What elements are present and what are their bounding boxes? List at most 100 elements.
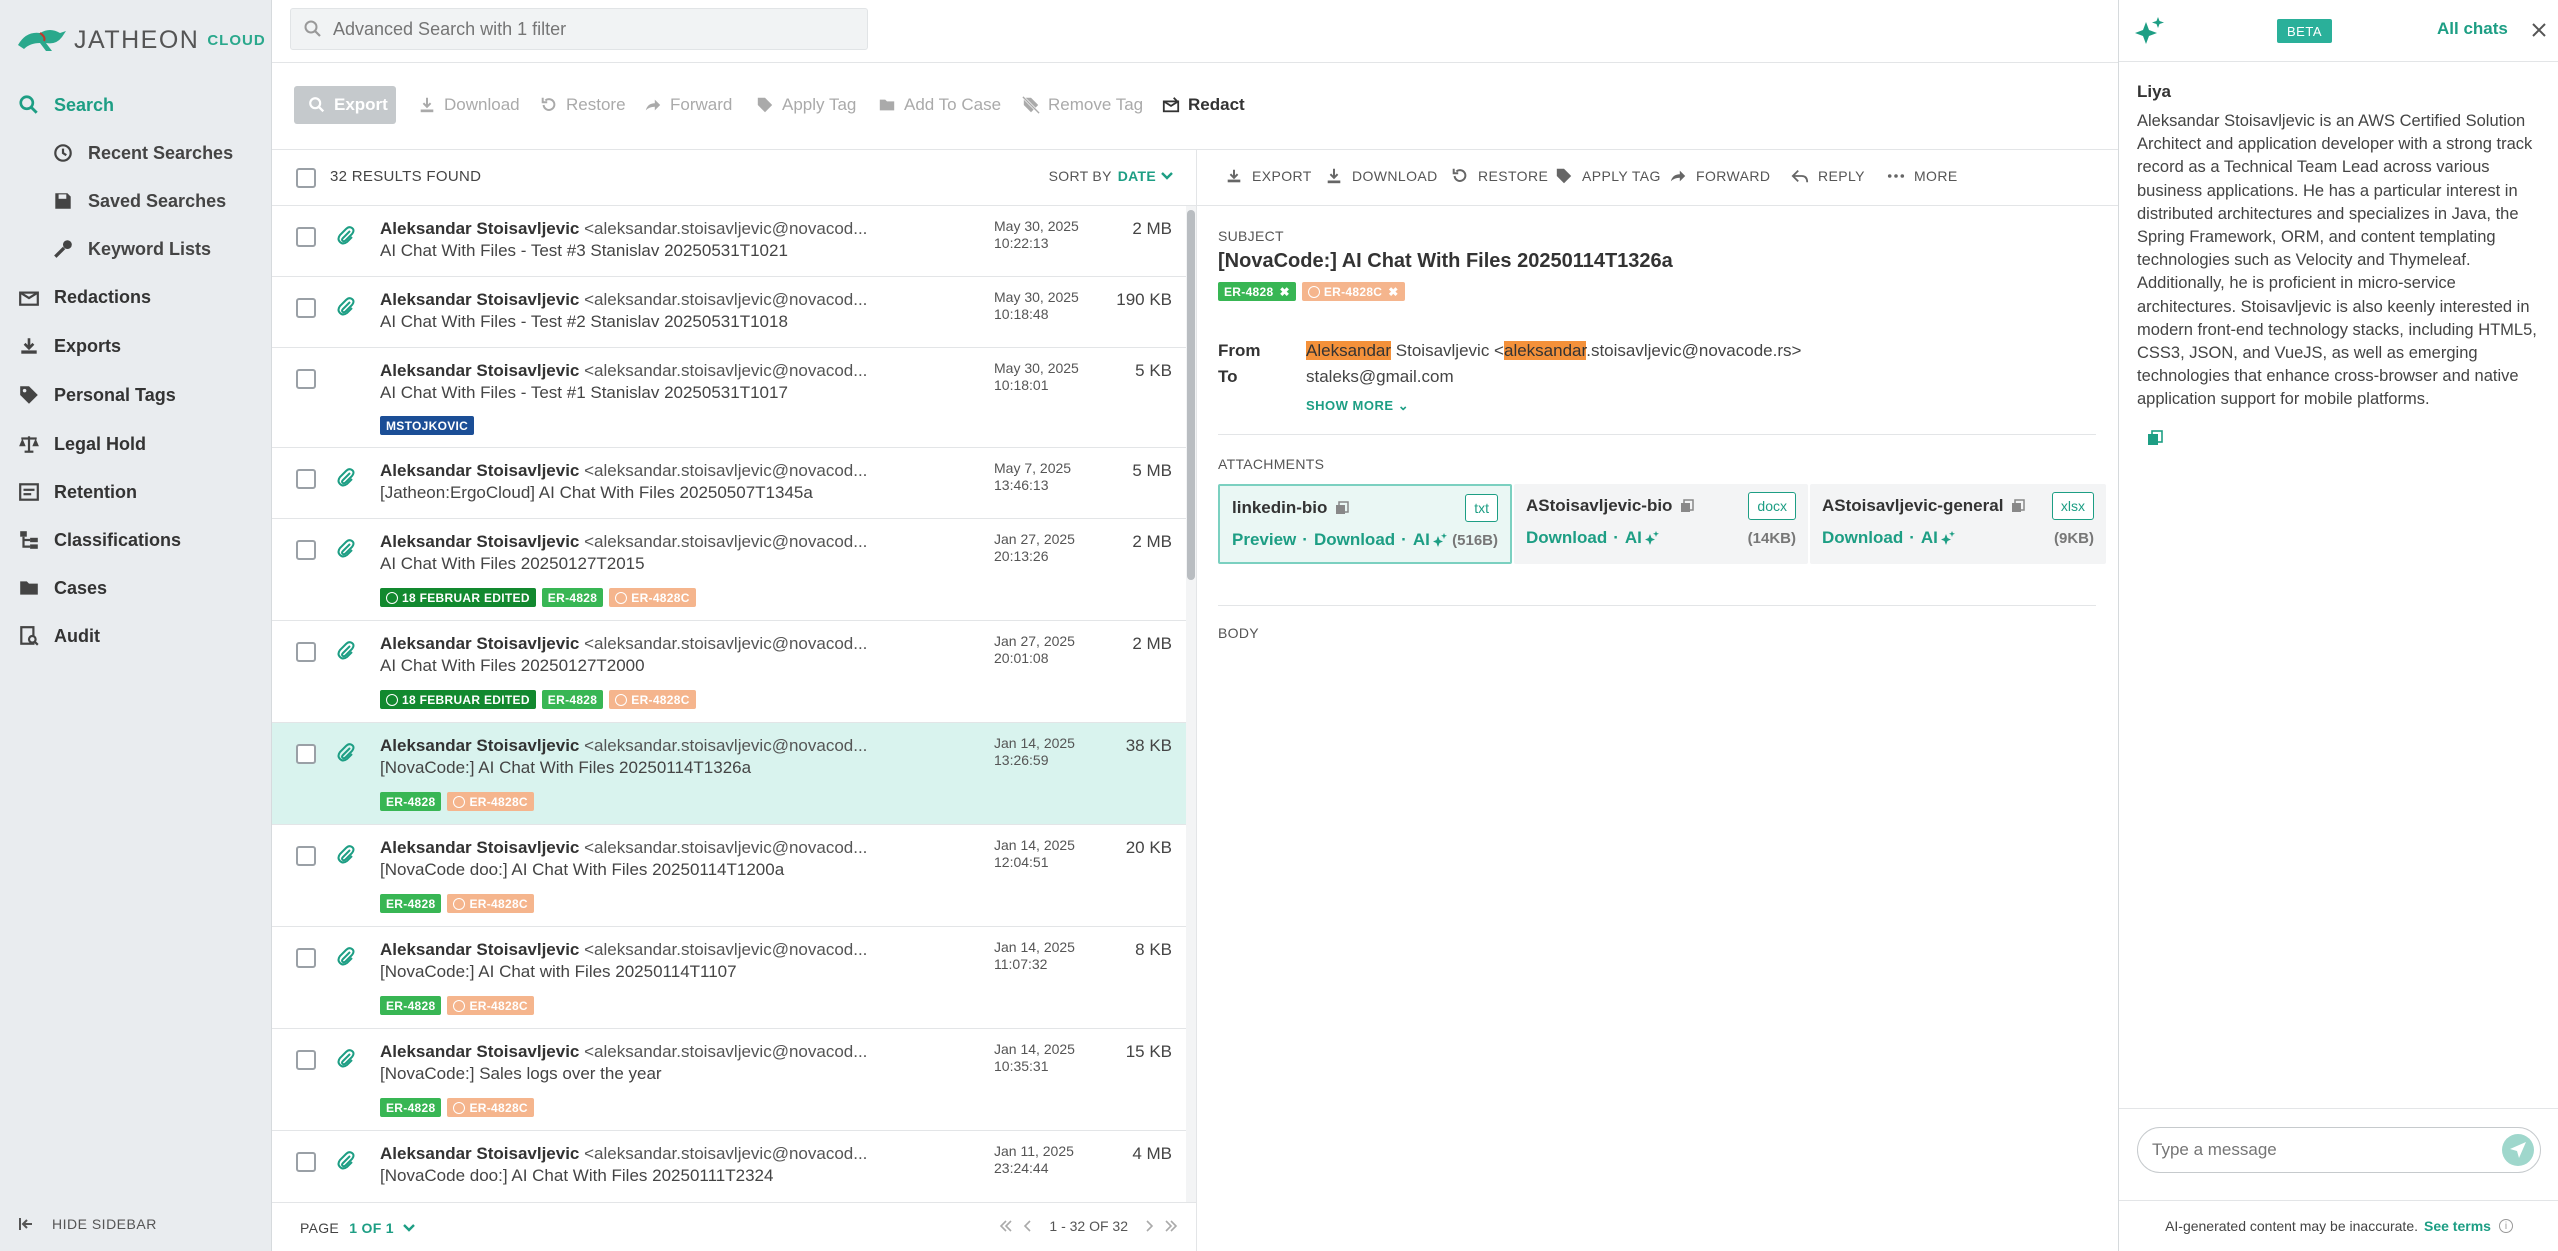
row-checkbox[interactable] xyxy=(296,298,316,318)
detail-forward-button[interactable]: FORWARD xyxy=(1669,167,1770,185)
info-icon[interactable]: i xyxy=(2498,1219,2513,1233)
export-button[interactable]: Export xyxy=(294,86,396,124)
table-row[interactable]: Aleksandar Stoisavljevic <aleksandar.sto… xyxy=(272,621,1186,723)
sidebar-item-exports[interactable]: Exports xyxy=(0,322,272,370)
tag-badge[interactable]: ER-4828C xyxy=(447,792,534,811)
tag-badge[interactable]: ER-4828C xyxy=(447,996,534,1015)
restore-button[interactable]: Restore xyxy=(540,86,626,124)
page-selector[interactable]: PAGE 1 OF 1 xyxy=(300,1220,416,1236)
show-more-link[interactable]: SHOW MORE ⌄ xyxy=(1306,398,1409,414)
row-checkbox[interactable] xyxy=(296,469,316,489)
ai-link[interactable]: AI xyxy=(1625,528,1642,548)
download-link[interactable]: Download xyxy=(1822,528,1903,548)
tag-er-4828[interactable]: ER-4828 ✖ xyxy=(1218,282,1296,301)
tag-badge[interactable]: 18 FEBRUAR EDITED xyxy=(380,588,536,607)
copy-icon[interactable] xyxy=(1335,501,1350,515)
detail-more-button[interactable]: MORE xyxy=(1887,167,1958,185)
sidebar-item-saved-searches[interactable]: Saved Searches xyxy=(0,177,272,225)
first-page-icon[interactable] xyxy=(999,1219,1013,1233)
ai-link[interactable]: AI xyxy=(1413,530,1430,550)
list-scrollbar-thumb[interactable] xyxy=(1187,210,1195,580)
table-row[interactable]: Aleksandar Stoisavljevic <aleksandar.sto… xyxy=(272,448,1186,519)
tag-badge[interactable]: ER-4828 xyxy=(380,792,442,811)
table-row[interactable]: Aleksandar Stoisavljevic <aleksandar.sto… xyxy=(272,206,1186,277)
row-checkbox[interactable] xyxy=(296,1050,316,1070)
detail-export-button[interactable]: EXPORT xyxy=(1225,167,1312,185)
sidebar-item-personal-tags[interactable]: Personal Tags xyxy=(0,371,272,419)
prev-page-icon[interactable] xyxy=(1021,1219,1035,1233)
tag-badge[interactable]: ER-4828 xyxy=(380,996,442,1015)
detail-reply-button[interactable]: REPLY xyxy=(1791,167,1865,185)
attachment-card[interactable]: AStoisavljevic-bio docx Download · AI (14… xyxy=(1514,484,1808,564)
tag-badge[interactable]: ER-4828C xyxy=(609,588,696,607)
remove-tag-icon[interactable]: ✖ xyxy=(1388,285,1398,299)
table-row[interactable]: Aleksandar Stoisavljevic <aleksandar.sto… xyxy=(272,825,1186,927)
table-row[interactable]: Aleksandar Stoisavljevic <aleksandar.sto… xyxy=(272,1029,1186,1131)
redact-button[interactable]: Redact xyxy=(1162,86,1245,124)
tag-badge[interactable]: ER-4828 xyxy=(541,588,604,607)
sidebar-item-cases[interactable]: Cases xyxy=(0,564,272,612)
close-icon[interactable] xyxy=(2531,22,2547,38)
tag-badge[interactable]: ER-4828C xyxy=(609,690,696,709)
download-link[interactable]: Download xyxy=(1314,530,1395,550)
table-row[interactable]: Aleksandar Stoisavljevic <aleksandar.sto… xyxy=(272,519,1186,621)
ai-link[interactable]: AI xyxy=(1921,528,1938,548)
sidebar-item-legal-hold[interactable]: Legal Hold xyxy=(0,420,272,468)
table-row[interactable]: Aleksandar Stoisavljevic <aleksandar.sto… xyxy=(272,1131,1186,1202)
copy-icon[interactable] xyxy=(1680,499,1695,513)
tag-badge[interactable]: ER-4828 xyxy=(541,690,604,709)
row-checkbox[interactable] xyxy=(296,642,316,662)
table-row[interactable]: Aleksandar Stoisavljevic <aleksandar.sto… xyxy=(272,927,1186,1029)
detail-download-button[interactable]: DOWNLOAD xyxy=(1325,167,1438,185)
download-button[interactable]: Download xyxy=(418,86,520,124)
send-button[interactable] xyxy=(2502,1134,2534,1166)
sidebar-item-redactions[interactable]: Redactions xyxy=(0,273,272,321)
row-checkbox[interactable] xyxy=(296,369,316,389)
hide-sidebar-button[interactable]: HIDE SIDEBAR xyxy=(18,1215,157,1233)
copy-icon[interactable] xyxy=(2147,430,2163,446)
ai-message-box[interactable] xyxy=(2137,1127,2541,1173)
preview-link[interactable]: Preview xyxy=(1232,530,1296,550)
tag-badge[interactable]: ER-4828 xyxy=(380,894,442,913)
row-checkbox[interactable] xyxy=(296,227,316,247)
sidebar-item-keyword-lists[interactable]: Keyword Lists xyxy=(0,225,272,273)
sidebar-item-recent-searches[interactable]: Recent Searches xyxy=(0,129,272,177)
detail-apply-tag-button[interactable]: APPLY TAG xyxy=(1555,167,1661,185)
tag-badge[interactable]: ER-4828C xyxy=(447,894,534,913)
attachment-card[interactable]: linkedin-bio txt Preview · Download · AI (… xyxy=(1218,484,1512,564)
table-row[interactable]: Aleksandar Stoisavljevic <aleksandar.sto… xyxy=(272,723,1186,825)
download-link[interactable]: Download xyxy=(1526,528,1607,548)
tag-badge[interactable]: ER-4828 xyxy=(380,1098,442,1117)
ai-message-input[interactable] xyxy=(2152,1140,2472,1160)
sidebar-item-search[interactable]: Search xyxy=(0,81,272,129)
tag-er-4828c[interactable]: ER-4828C ✖ xyxy=(1301,282,1405,301)
last-page-icon[interactable] xyxy=(1164,1219,1178,1233)
see-terms-link[interactable]: See terms xyxy=(2424,1218,2491,1234)
tag-badge[interactable]: 18 FEBRUAR EDITED xyxy=(380,690,536,709)
advanced-search-box[interactable] xyxy=(290,8,868,50)
row-checkbox[interactable] xyxy=(296,846,316,866)
detail-restore-button[interactable]: RESTORE xyxy=(1451,167,1548,185)
search-input[interactable] xyxy=(333,18,833,40)
select-all-checkbox[interactable] xyxy=(296,168,316,188)
remove-tag-icon[interactable]: ✖ xyxy=(1279,285,1289,299)
tag-badge[interactable]: ER-4828C xyxy=(447,1098,534,1117)
sidebar-item-audit[interactable]: Audit xyxy=(0,612,272,660)
forward-button[interactable]: Forward xyxy=(644,86,732,124)
apply-tag-button[interactable]: Apply Tag xyxy=(756,86,856,124)
all-chats-link[interactable]: All chats xyxy=(2437,19,2508,39)
row-checkbox[interactable] xyxy=(296,744,316,764)
add-to-case-button[interactable]: Add To Case xyxy=(878,86,1001,124)
table-row[interactable]: Aleksandar Stoisavljevic <aleksandar.sto… xyxy=(272,277,1186,348)
row-checkbox[interactable] xyxy=(296,540,316,560)
next-page-icon[interactable] xyxy=(1142,1219,1156,1233)
row-checkbox[interactable] xyxy=(296,1152,316,1172)
jatheon-logo[interactable]: JATHEON CLOUD xyxy=(16,18,266,62)
sidebar-item-classifications[interactable]: Classifications xyxy=(0,516,272,564)
row-checkbox[interactable] xyxy=(296,948,316,968)
remove-tag-button[interactable]: Remove Tag xyxy=(1022,86,1143,124)
pane-divider[interactable] xyxy=(1196,150,1197,1251)
table-row[interactable]: Aleksandar Stoisavljevic <aleksandar.sto… xyxy=(272,348,1186,448)
sort-control[interactable]: SORT BY DATE xyxy=(1049,168,1174,184)
copy-icon[interactable] xyxy=(2011,499,2026,513)
